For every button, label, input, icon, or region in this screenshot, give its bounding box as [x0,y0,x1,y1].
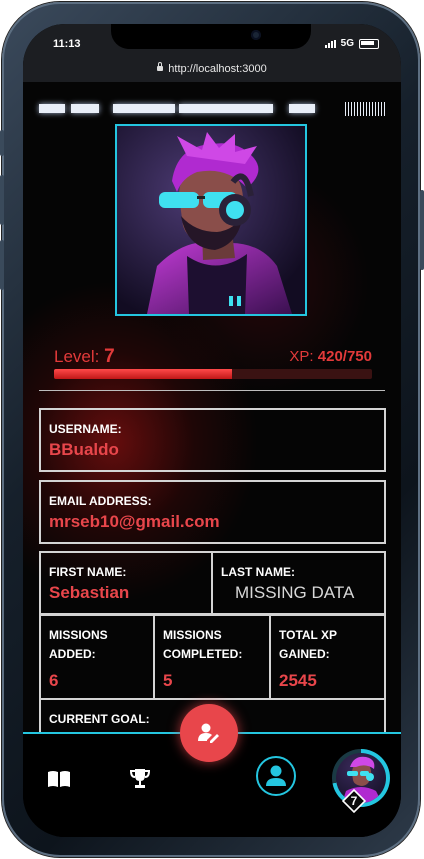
current-goal-label: CURRENT GOAL: [49,712,150,726]
total-xp-label-line1: TOTAL XP [279,628,338,642]
battery-icon [359,38,379,49]
xp-progress-fill [54,369,233,379]
volume-down-button [0,240,4,290]
missions-completed-label-line1: MISSIONS [163,628,222,642]
first-name-value: Sebastian [49,583,130,602]
level-badge: 7 [341,788,367,814]
level-xp-row: Level: 7 XP: 420/750 [54,344,372,368]
email-card: EMAIL ADDRESS: mrseb10@gmail.com [39,480,386,544]
missions-added-value: 6 [49,671,59,690]
status-time: 11:13 [53,38,81,50]
first-name-card: FIRST NAME: Sebastian [39,551,213,615]
username-card: USERNAME: BBualdo [39,408,386,472]
missions-completed-card: MISSIONS COMPLETED: 5 [153,614,271,700]
url-text: http://localhost:3000 [168,63,267,75]
network-label: 5G [340,38,354,49]
total-xp-card: TOTAL XP GAINED: 2545 [269,614,386,700]
mute-switch [0,130,4,156]
level-indicator: Level: 7 [54,346,115,368]
total-xp-label-line2: GAINED: [279,647,330,661]
missions-added-label-line1: MISSIONS [49,628,108,642]
username-label: USERNAME: [49,422,122,436]
camera [251,30,261,40]
xp-label: XP: [289,348,314,365]
signal-icon [324,39,336,48]
xp-value: 420/750 [317,348,372,365]
divider [39,390,385,391]
avatar-illustration [117,126,305,314]
edit-profile-button[interactable] [180,704,238,762]
email-value: mrseb10@gmail.com [49,512,220,531]
browser-address-bar[interactable]: http://localhost:3000 [23,62,401,82]
missions-completed-label-line2: COMPLETED: [163,647,243,661]
email-label: EMAIL ADDRESS: [49,494,152,508]
xp-progress-bar [54,369,372,379]
missions-added-card: MISSIONS ADDED: 6 [39,614,155,700]
status-indicators: 5G [324,38,379,49]
username-value: BBualdo [49,440,119,459]
last-name-value: MISSING DATA [235,583,355,602]
book-icon[interactable] [47,770,71,788]
total-xp-value: 2545 [279,671,317,690]
missions-completed-label: MISSIONS COMPLETED: [163,626,242,664]
last-name-label: LAST NAME: [221,565,295,579]
power-button [420,190,424,270]
barcode-decoration [345,102,385,116]
notch [111,24,311,49]
total-xp-label: TOTAL XP GAINED: [279,626,337,664]
volume-up-button [0,175,4,225]
profile-page: Level: 7 XP: 420/750 USERNAME: BBualdo E… [23,82,401,732]
lock-icon [157,62,164,71]
missions-completed-value: 5 [163,671,173,690]
missions-added-label: MISSIONS ADDED: [49,626,108,664]
profile-nav-button[interactable] [256,756,296,796]
status-bar: 11:13 5G [23,24,401,62]
phone-screen: 11:13 5G http://localhost:3000 Level: 7 … [23,24,401,837]
user-icon [266,765,286,786]
missions-added-label-line2: ADDED: [49,647,96,661]
edit-user-icon [198,723,219,743]
last-name-card: LAST NAME: MISSING DATA [211,551,386,615]
trophy-icon[interactable] [130,768,150,790]
level-value: 7 [104,346,115,367]
first-name-label: FIRST NAME: [49,565,127,579]
xp-indicator: XP: 420/750 [289,348,372,365]
level-label: Level: [54,347,100,366]
level-badge-value: 7 [350,794,358,808]
profile-avatar [115,124,307,316]
glitch-header-decoration [39,102,385,116]
